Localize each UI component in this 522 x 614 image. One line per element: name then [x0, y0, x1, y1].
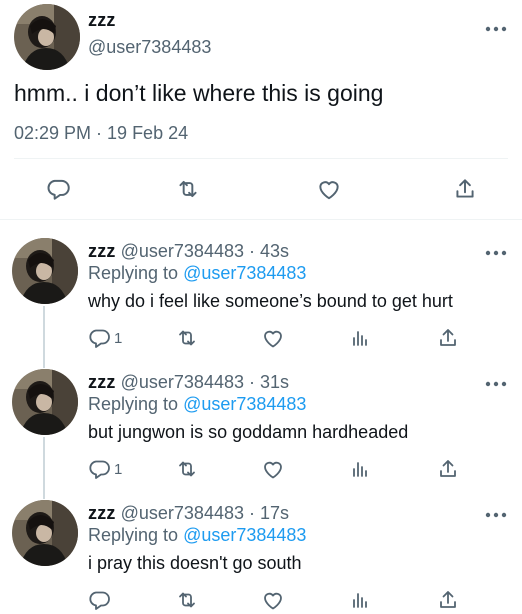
handle[interactable]: @user7384483: [88, 37, 211, 58]
reply-header: zzz @user7384483 · 43s: [88, 240, 289, 262]
display-name[interactable]: zzz: [88, 503, 116, 523]
reply-meta[interactable]: @user7384483 · 17s: [121, 503, 289, 523]
divider: [0, 219, 522, 220]
heart-icon[interactable]: [261, 326, 285, 350]
reply-header: zzz @user7384483 · 31s: [88, 371, 289, 393]
retweet-icon[interactable]: [175, 326, 199, 350]
reply-icon[interactable]: [88, 588, 112, 612]
more-icon[interactable]: [485, 375, 507, 383]
replying-to-label: Replying to: [88, 263, 179, 283]
display-name[interactable]: zzz: [88, 241, 116, 261]
views-icon[interactable]: [348, 326, 372, 350]
reply-count: 1: [114, 330, 123, 347]
share-icon[interactable]: [436, 326, 460, 350]
avatar[interactable]: [14, 4, 80, 70]
retweet-icon[interactable]: [175, 457, 199, 481]
replying-to-handle[interactable]: @user7384483: [183, 525, 306, 545]
tweet-text: but jungwon is so goddamn hardheaded: [88, 422, 409, 442]
avatar[interactable]: [12, 238, 78, 304]
replying-to-label: Replying to: [88, 525, 179, 545]
reply-icon[interactable]: [46, 176, 72, 202]
reply-meta[interactable]: @user7384483 · 31s: [121, 372, 289, 392]
replying-to: Replying to @user7384483: [88, 393, 306, 415]
avatar[interactable]: [12, 500, 78, 566]
thread-line: [43, 306, 45, 368]
heart-icon[interactable]: [261, 457, 285, 481]
divider: [14, 158, 508, 159]
share-icon[interactable]: [436, 457, 460, 481]
replying-to: Replying to @user7384483: [88, 262, 306, 284]
tweet-text: hmm.. i don’t like where this is going: [14, 80, 384, 106]
views-icon[interactable]: [348, 588, 372, 612]
retweet-icon[interactable]: [175, 176, 201, 202]
views-icon[interactable]: [348, 457, 372, 481]
thread-line: [43, 437, 45, 499]
tweet-text: i pray this doesn't go south: [88, 553, 302, 573]
replying-to: Replying to @user7384483: [88, 524, 306, 546]
replying-to-handle[interactable]: @user7384483: [183, 394, 306, 414]
retweet-icon[interactable]: [175, 588, 199, 612]
reply-icon[interactable]: [88, 326, 112, 350]
heart-icon[interactable]: [316, 176, 342, 202]
share-icon[interactable]: [436, 588, 460, 612]
display-name[interactable]: zzz: [88, 10, 116, 31]
more-icon[interactable]: [485, 244, 507, 252]
reply-icon[interactable]: [88, 457, 112, 481]
reply-header: zzz @user7384483 · 17s: [88, 502, 289, 524]
heart-icon[interactable]: [261, 588, 285, 612]
tweet-timestamp[interactable]: 02:29 PM · 19 Feb 24: [14, 123, 188, 144]
replying-to-label: Replying to: [88, 394, 179, 414]
reply-count: 1: [114, 461, 123, 478]
reply-meta[interactable]: @user7384483 · 43s: [121, 241, 289, 261]
avatar[interactable]: [12, 369, 78, 435]
more-icon[interactable]: [485, 20, 507, 28]
tweet-text: why do i feel like someone’s bound to ge…: [88, 291, 453, 311]
display-name[interactable]: zzz: [88, 372, 116, 392]
more-icon[interactable]: [485, 506, 507, 514]
share-icon[interactable]: [452, 176, 478, 202]
replying-to-handle[interactable]: @user7384483: [183, 263, 306, 283]
